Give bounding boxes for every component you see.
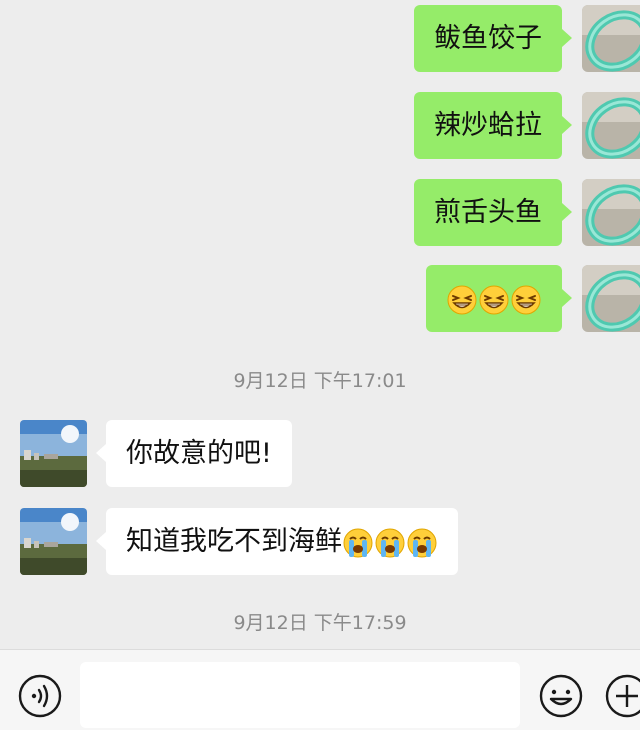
incoming-message-bubble[interactable]: 知道我吃不到海鲜 <box>96 508 458 575</box>
message-text: 知道我吃不到海鲜 <box>126 526 342 557</box>
voice-icon[interactable] <box>17 673 63 719</box>
my-avatar[interactable] <box>582 265 640 332</box>
message-row: 煎舌头鱼 <box>0 179 640 246</box>
outgoing-message-bubble[interactable]: 鲅鱼饺子 <box>414 5 572 72</box>
contact-avatar[interactable] <box>20 508 87 575</box>
outgoing-emoji-bubble[interactable] <box>426 265 572 332</box>
message-text: 鲅鱼饺子 <box>434 23 542 54</box>
message-input[interactable] <box>80 662 520 728</box>
my-avatar[interactable] <box>582 92 640 159</box>
grinning-squint-emoji-icon <box>447 285 477 315</box>
message-text: 煎舌头鱼 <box>434 197 542 228</box>
message-row: 知道我吃不到海鲜 <box>0 508 640 575</box>
outgoing-message-bubble[interactable]: 煎舌头鱼 <box>414 179 572 246</box>
emoji-icon[interactable] <box>538 673 584 719</box>
message-row: 你故意的吧! <box>0 420 640 487</box>
message-row: 鲅鱼饺子 <box>0 5 640 72</box>
loudly-crying-emoji-icon <box>407 528 437 558</box>
incoming-message-bubble[interactable]: 你故意的吧! <box>96 420 292 487</box>
plus-icon[interactable] <box>604 673 640 719</box>
message-text: 你故意的吧! <box>126 438 272 469</box>
outgoing-message-bubble[interactable]: 辣炒蛤拉 <box>414 92 572 159</box>
grinning-squint-emoji-icon <box>479 285 509 315</box>
my-avatar[interactable] <box>582 5 640 72</box>
message-input-toolbar <box>0 649 640 730</box>
contact-avatar[interactable] <box>20 420 87 487</box>
message-timestamp: 9月12日 下午17:59 <box>233 612 407 634</box>
my-avatar[interactable] <box>582 179 640 246</box>
message-timestamp: 9月12日 下午17:01 <box>233 370 407 392</box>
message-row: 辣炒蛤拉 <box>0 92 640 159</box>
loudly-crying-emoji-icon <box>375 528 405 558</box>
message-row <box>0 265 640 332</box>
loudly-crying-emoji-icon <box>343 528 373 558</box>
message-text: 辣炒蛤拉 <box>434 110 542 141</box>
grinning-squint-emoji-icon <box>511 285 541 315</box>
